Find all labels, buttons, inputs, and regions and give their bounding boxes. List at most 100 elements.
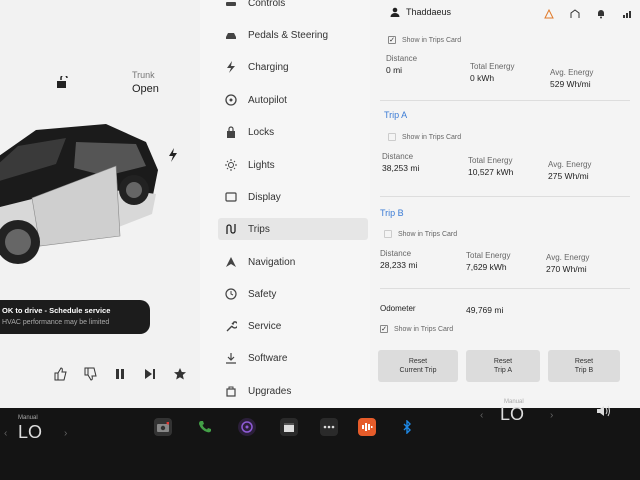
current-distance: Distance 0 mi bbox=[386, 54, 417, 75]
odometer-show-toggle[interactable]: ✓ Show in Trips Card bbox=[380, 325, 453, 333]
pause-icon[interactable] bbox=[112, 366, 128, 382]
reset-trip-a-button[interactable]: Reset Trip A bbox=[466, 350, 540, 382]
left-temp-up-icon[interactable]: › bbox=[64, 428, 67, 439]
next-track-icon[interactable] bbox=[142, 366, 158, 382]
right-temperature[interactable]: LO bbox=[500, 404, 524, 425]
trip-b-avg-energy: Avg. Energy 270 Wh/mi bbox=[546, 253, 589, 274]
phone-app-icon[interactable] bbox=[196, 418, 214, 436]
checkbox-checked[interactable]: ✓ bbox=[388, 36, 396, 44]
menu-label: Autopilot bbox=[248, 94, 287, 106]
stat-label: Avg. Energy bbox=[548, 160, 592, 169]
sentry-icon[interactable] bbox=[544, 6, 554, 19]
current-trip-show-toggle[interactable]: ✓ Show in Trips Card bbox=[388, 36, 461, 44]
trip-b-show-toggle[interactable]: Show in Trips Card bbox=[384, 230, 457, 238]
car-panel: Trunk Open OK to drive - Schedule servic… bbox=[0, 0, 200, 408]
steering-wheel-icon bbox=[224, 93, 238, 107]
stat-value: 38,253 mi bbox=[382, 163, 420, 173]
theater-app-icon[interactable] bbox=[280, 418, 298, 436]
favorite-star-icon[interactable] bbox=[172, 366, 188, 382]
trip-a-title: Trip A bbox=[384, 110, 408, 120]
more-apps-icon[interactable] bbox=[320, 418, 338, 436]
menu-item-display[interactable]: Display bbox=[224, 186, 281, 208]
thumbs-down-icon[interactable] bbox=[82, 366, 98, 382]
stat-label: Distance bbox=[382, 152, 414, 161]
safety-icon bbox=[224, 287, 238, 301]
menu-item-trips[interactable]: Trips bbox=[218, 218, 368, 240]
menu-item-locks[interactable]: Locks bbox=[224, 121, 274, 143]
bag-icon bbox=[224, 384, 238, 398]
stat-label: Avg. Energy bbox=[550, 68, 594, 77]
menu-item-navigation[interactable]: Navigation bbox=[224, 251, 295, 273]
trunk-label: Trunk bbox=[132, 70, 155, 80]
charge-bolt-icon bbox=[169, 148, 177, 162]
car-icon bbox=[224, 28, 238, 42]
stat-value: 270 Wh/mi bbox=[546, 264, 587, 274]
left-climate-mode: Manual bbox=[18, 415, 38, 421]
trip-b-title: Trip B bbox=[380, 208, 404, 218]
menu-item-controls[interactable]: Controls bbox=[224, 0, 285, 14]
unlock-icon[interactable] bbox=[56, 76, 68, 88]
audio-app-icon[interactable] bbox=[358, 418, 376, 436]
service-alert[interactable]: OK to drive - Schedule service HVAC perf… bbox=[0, 300, 150, 334]
divider bbox=[380, 196, 630, 197]
notification-bell-icon[interactable] bbox=[596, 6, 606, 19]
menu-item-autopilot[interactable]: Autopilot bbox=[224, 89, 287, 111]
menu-label: Software bbox=[248, 352, 288, 364]
stat-label: Total Energy bbox=[466, 251, 511, 260]
menu-label: Lights bbox=[248, 159, 275, 171]
left-temp-down-icon[interactable]: ‹ bbox=[4, 428, 7, 439]
reset-line: Reset bbox=[408, 358, 428, 365]
navigation-icon bbox=[224, 255, 238, 269]
reset-trip-b-button[interactable]: Reset Trip B bbox=[548, 350, 620, 382]
bluetooth-icon[interactable] bbox=[398, 418, 416, 436]
checkbox-unchecked[interactable] bbox=[388, 133, 396, 141]
stat-value: 49,769 mi bbox=[466, 305, 504, 315]
menu-label: Pedals & Steering bbox=[248, 29, 329, 41]
right-temp-up-icon[interactable]: › bbox=[550, 410, 553, 421]
thumbs-up-icon[interactable] bbox=[52, 366, 68, 382]
current-avg-energy: Avg. Energy 529 Wh/mi bbox=[550, 68, 593, 89]
driver-profile-name[interactable]: Thaddaeus bbox=[406, 7, 451, 17]
menu-label: Navigation bbox=[248, 256, 296, 268]
sun-icon bbox=[224, 158, 238, 172]
stat-label: Total Energy bbox=[470, 62, 515, 71]
stat-label: Distance bbox=[380, 249, 412, 258]
menu-item-upgrades[interactable]: Upgrades bbox=[224, 380, 291, 402]
media-player-app-icon[interactable] bbox=[238, 418, 256, 436]
media-controls bbox=[52, 366, 188, 382]
menu-label: Display bbox=[248, 191, 281, 203]
volume-icon[interactable] bbox=[596, 404, 612, 418]
menu-label: Service bbox=[248, 320, 282, 332]
download-icon bbox=[224, 351, 238, 365]
wrench-icon bbox=[224, 319, 238, 333]
garage-icon[interactable] bbox=[570, 6, 580, 18]
display-icon bbox=[224, 190, 238, 204]
checkbox-checked[interactable]: ✓ bbox=[380, 325, 388, 333]
alert-title: OK to drive - Schedule service bbox=[2, 306, 111, 315]
menu-item-service[interactable]: Service bbox=[224, 315, 281, 337]
camera-app-icon[interactable] bbox=[154, 418, 172, 436]
menu-item-software[interactable]: Software bbox=[224, 347, 287, 369]
stat-value: 0 kWh bbox=[470, 73, 495, 83]
reset-line: Trip A bbox=[493, 367, 513, 375]
trip-a-distance: Distance 38,253 mi bbox=[382, 152, 419, 173]
reset-current-trip-button[interactable]: Reset Current Trip bbox=[378, 350, 458, 382]
stat-label: Total Energy bbox=[468, 156, 513, 165]
menu-item-pedals-steering[interactable]: Pedals & Steering bbox=[224, 24, 328, 46]
trip-a-energy: Total Energy 10,527 kWh bbox=[468, 156, 513, 177]
left-temperature[interactable]: LO bbox=[18, 422, 42, 443]
trunk-open-button[interactable]: Open bbox=[132, 83, 159, 95]
tesla-screen: Trunk Open OK to drive - Schedule servic… bbox=[0, 0, 640, 408]
trip-a-show-toggle[interactable]: Show in Trips Card bbox=[388, 133, 461, 141]
menu-item-lights[interactable]: Lights bbox=[224, 154, 275, 176]
checkbox-unchecked[interactable] bbox=[384, 230, 392, 238]
stat-value: 28,233 mi bbox=[380, 260, 418, 270]
menu-label: Controls bbox=[248, 0, 286, 9]
menu-item-safety[interactable]: Safety bbox=[224, 283, 276, 305]
right-temp-down-icon[interactable]: ‹ bbox=[480, 410, 483, 421]
menu-label: Locks bbox=[248, 126, 275, 138]
bolt-icon bbox=[224, 60, 238, 74]
menu-item-charging[interactable]: Charging bbox=[224, 56, 289, 78]
menu-label: Safety bbox=[248, 288, 277, 300]
user-icon[interactable] bbox=[390, 7, 400, 17]
